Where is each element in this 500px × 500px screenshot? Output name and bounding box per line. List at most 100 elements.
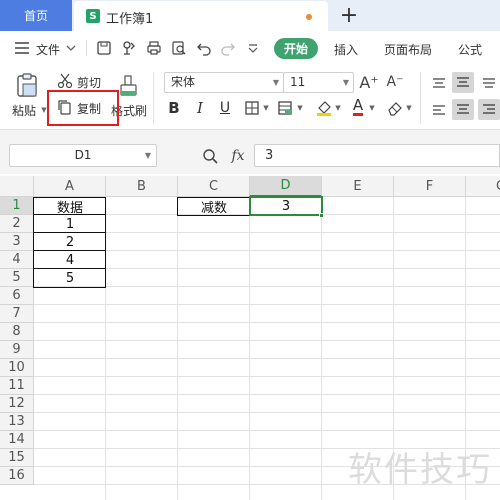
row-header-2[interactable]: 2 — [0, 215, 34, 233]
ribbon-divider — [153, 72, 154, 124]
chevron-down-icon[interactable] — [66, 43, 76, 53]
row-header-16[interactable]: 16 — [0, 467, 34, 485]
row-header-14[interactable]: 14 — [0, 431, 34, 449]
row-header-11[interactable]: 11 — [0, 377, 34, 395]
align-right-button[interactable] — [478, 99, 500, 120]
row-header-10[interactable]: 10 — [0, 359, 34, 377]
cell-a2[interactable]: 1 — [34, 215, 106, 233]
menu-insert[interactable]: 插入 — [334, 41, 358, 58]
column-header-g[interactable]: G — [466, 176, 500, 197]
column-header-f[interactable]: F — [394, 176, 466, 197]
redo-icon[interactable] — [220, 40, 236, 56]
print-icon[interactable] — [146, 40, 162, 56]
font-color-button[interactable]: A — [350, 97, 366, 117]
cell-fill-pattern-icon[interactable] — [277, 100, 293, 116]
row-header-12[interactable]: 12 — [0, 395, 34, 413]
row-header-13[interactable]: 13 — [0, 413, 34, 431]
zoom-function-icon[interactable] — [202, 148, 218, 164]
save-icon[interactable] — [96, 40, 112, 56]
cell-a3[interactable]: 2 — [34, 233, 106, 251]
column-header-b[interactable]: B — [106, 176, 178, 197]
row-header-9[interactable]: 9 — [0, 341, 34, 359]
unsaved-dot-icon — [306, 14, 312, 20]
border-icon[interactable] — [244, 100, 260, 116]
column-header-a[interactable]: A — [34, 176, 106, 197]
scissors-icon[interactable] — [57, 73, 73, 89]
row-header-1[interactable]: 1 — [0, 197, 34, 215]
row-header-4[interactable]: 4 — [0, 251, 34, 269]
gridline — [177, 197, 178, 500]
copy-highlight-box — [47, 90, 119, 126]
font-name-select[interactable]: 宋体 ▼ — [164, 72, 284, 93]
align-center-icon — [456, 103, 470, 115]
chevron-down-icon: ▼ — [144, 151, 151, 160]
more-commands-icon[interactable] — [247, 42, 259, 54]
name-box-value: D1 — [74, 148, 92, 162]
select-all-corner[interactable] — [0, 176, 34, 197]
align-left-icon[interactable] — [428, 99, 450, 120]
menu-start[interactable]: 开始 — [274, 38, 318, 59]
row-header-7[interactable]: 7 — [0, 305, 34, 323]
gridline — [34, 412, 500, 413]
grow-font-icon[interactable]: A⁺ — [359, 72, 378, 92]
cell-a5[interactable]: 5 — [34, 269, 106, 287]
italic-button[interactable]: I — [192, 99, 208, 117]
print-preview-icon[interactable] — [171, 40, 187, 56]
align-top-icon[interactable] — [428, 72, 450, 93]
row-header-3[interactable]: 3 — [0, 233, 34, 251]
tab-workbook[interactable]: S 工作簿1 — [74, 1, 328, 31]
font-size-value: 11 — [290, 75, 306, 89]
menu-page-layout[interactable]: 页面布局 — [384, 41, 432, 58]
fill-pattern-dropdown-icon[interactable]: ▼ — [296, 104, 304, 112]
fill-color-dropdown-icon[interactable]: ▼ — [334, 104, 342, 112]
menu-divider — [86, 40, 87, 56]
underline-button[interactable]: U — [217, 99, 233, 117]
row-header-15[interactable]: 15 — [0, 449, 34, 467]
new-tab-button[interactable]: + — [338, 2, 360, 28]
bold-button[interactable]: B — [166, 99, 182, 117]
gridline — [34, 322, 500, 323]
hamburger-menu-icon[interactable] — [14, 41, 30, 55]
align-middle-button[interactable] — [452, 72, 474, 93]
align-center-button[interactable] — [452, 99, 474, 120]
formula-input[interactable]: 3 — [254, 144, 500, 167]
active-cell-selection — [249, 196, 323, 216]
fx-icon[interactable]: fx — [228, 146, 248, 166]
fill-color-icon[interactable] — [315, 99, 333, 117]
menu-file[interactable]: 文件 — [36, 41, 60, 58]
undo-icon[interactable] — [196, 40, 212, 56]
paste-icon[interactable] — [14, 72, 40, 98]
font-color-dropdown-icon[interactable]: ▼ — [368, 104, 376, 112]
cell-c1[interactable]: 减数 — [178, 197, 250, 216]
ribbon-divider — [420, 72, 421, 124]
row-header-5[interactable]: 5 — [0, 269, 34, 287]
row-header-6[interactable]: 6 — [0, 287, 34, 305]
paste-button[interactable]: 粘贴 — [12, 102, 36, 119]
name-box[interactable]: D1 ▼ — [9, 144, 157, 167]
cell-a4[interactable]: 4 — [34, 251, 106, 269]
column-header-c[interactable]: C — [178, 176, 250, 197]
shrink-font-icon[interactable]: A⁻ — [386, 72, 404, 92]
export-icon[interactable] — [121, 40, 137, 56]
tab-workbook-title: 工作簿1 — [106, 12, 154, 27]
align-middle-icon — [456, 76, 470, 88]
row-header-8[interactable]: 8 — [0, 323, 34, 341]
column-header-d[interactable]: D — [250, 176, 322, 197]
font-name-value: 宋体 — [171, 75, 196, 89]
font-size-select[interactable]: 11 ▼ — [283, 72, 354, 93]
tab-home[interactable]: 首页 — [0, 0, 72, 31]
border-dropdown-icon[interactable]: ▼ — [262, 104, 270, 112]
watermark: 软件技巧 — [348, 450, 492, 490]
cut-button[interactable]: 剪切 — [77, 74, 101, 91]
align-bottom-icon[interactable] — [478, 72, 500, 93]
chevron-down-icon: ▼ — [272, 78, 279, 87]
eraser-icon[interactable] — [386, 99, 404, 117]
menu-formula[interactable]: 公式 — [458, 41, 482, 58]
menu-bar: 文件 插入 页面布局 公式 — [0, 31, 500, 66]
format-painter-icon[interactable] — [118, 74, 140, 98]
column-header-e[interactable]: E — [322, 176, 394, 197]
cell-a1[interactable]: 数据 — [34, 197, 106, 216]
clear-dropdown-icon[interactable]: ▼ — [405, 104, 413, 112]
gridline — [34, 394, 500, 395]
fill-handle[interactable] — [319, 213, 324, 218]
